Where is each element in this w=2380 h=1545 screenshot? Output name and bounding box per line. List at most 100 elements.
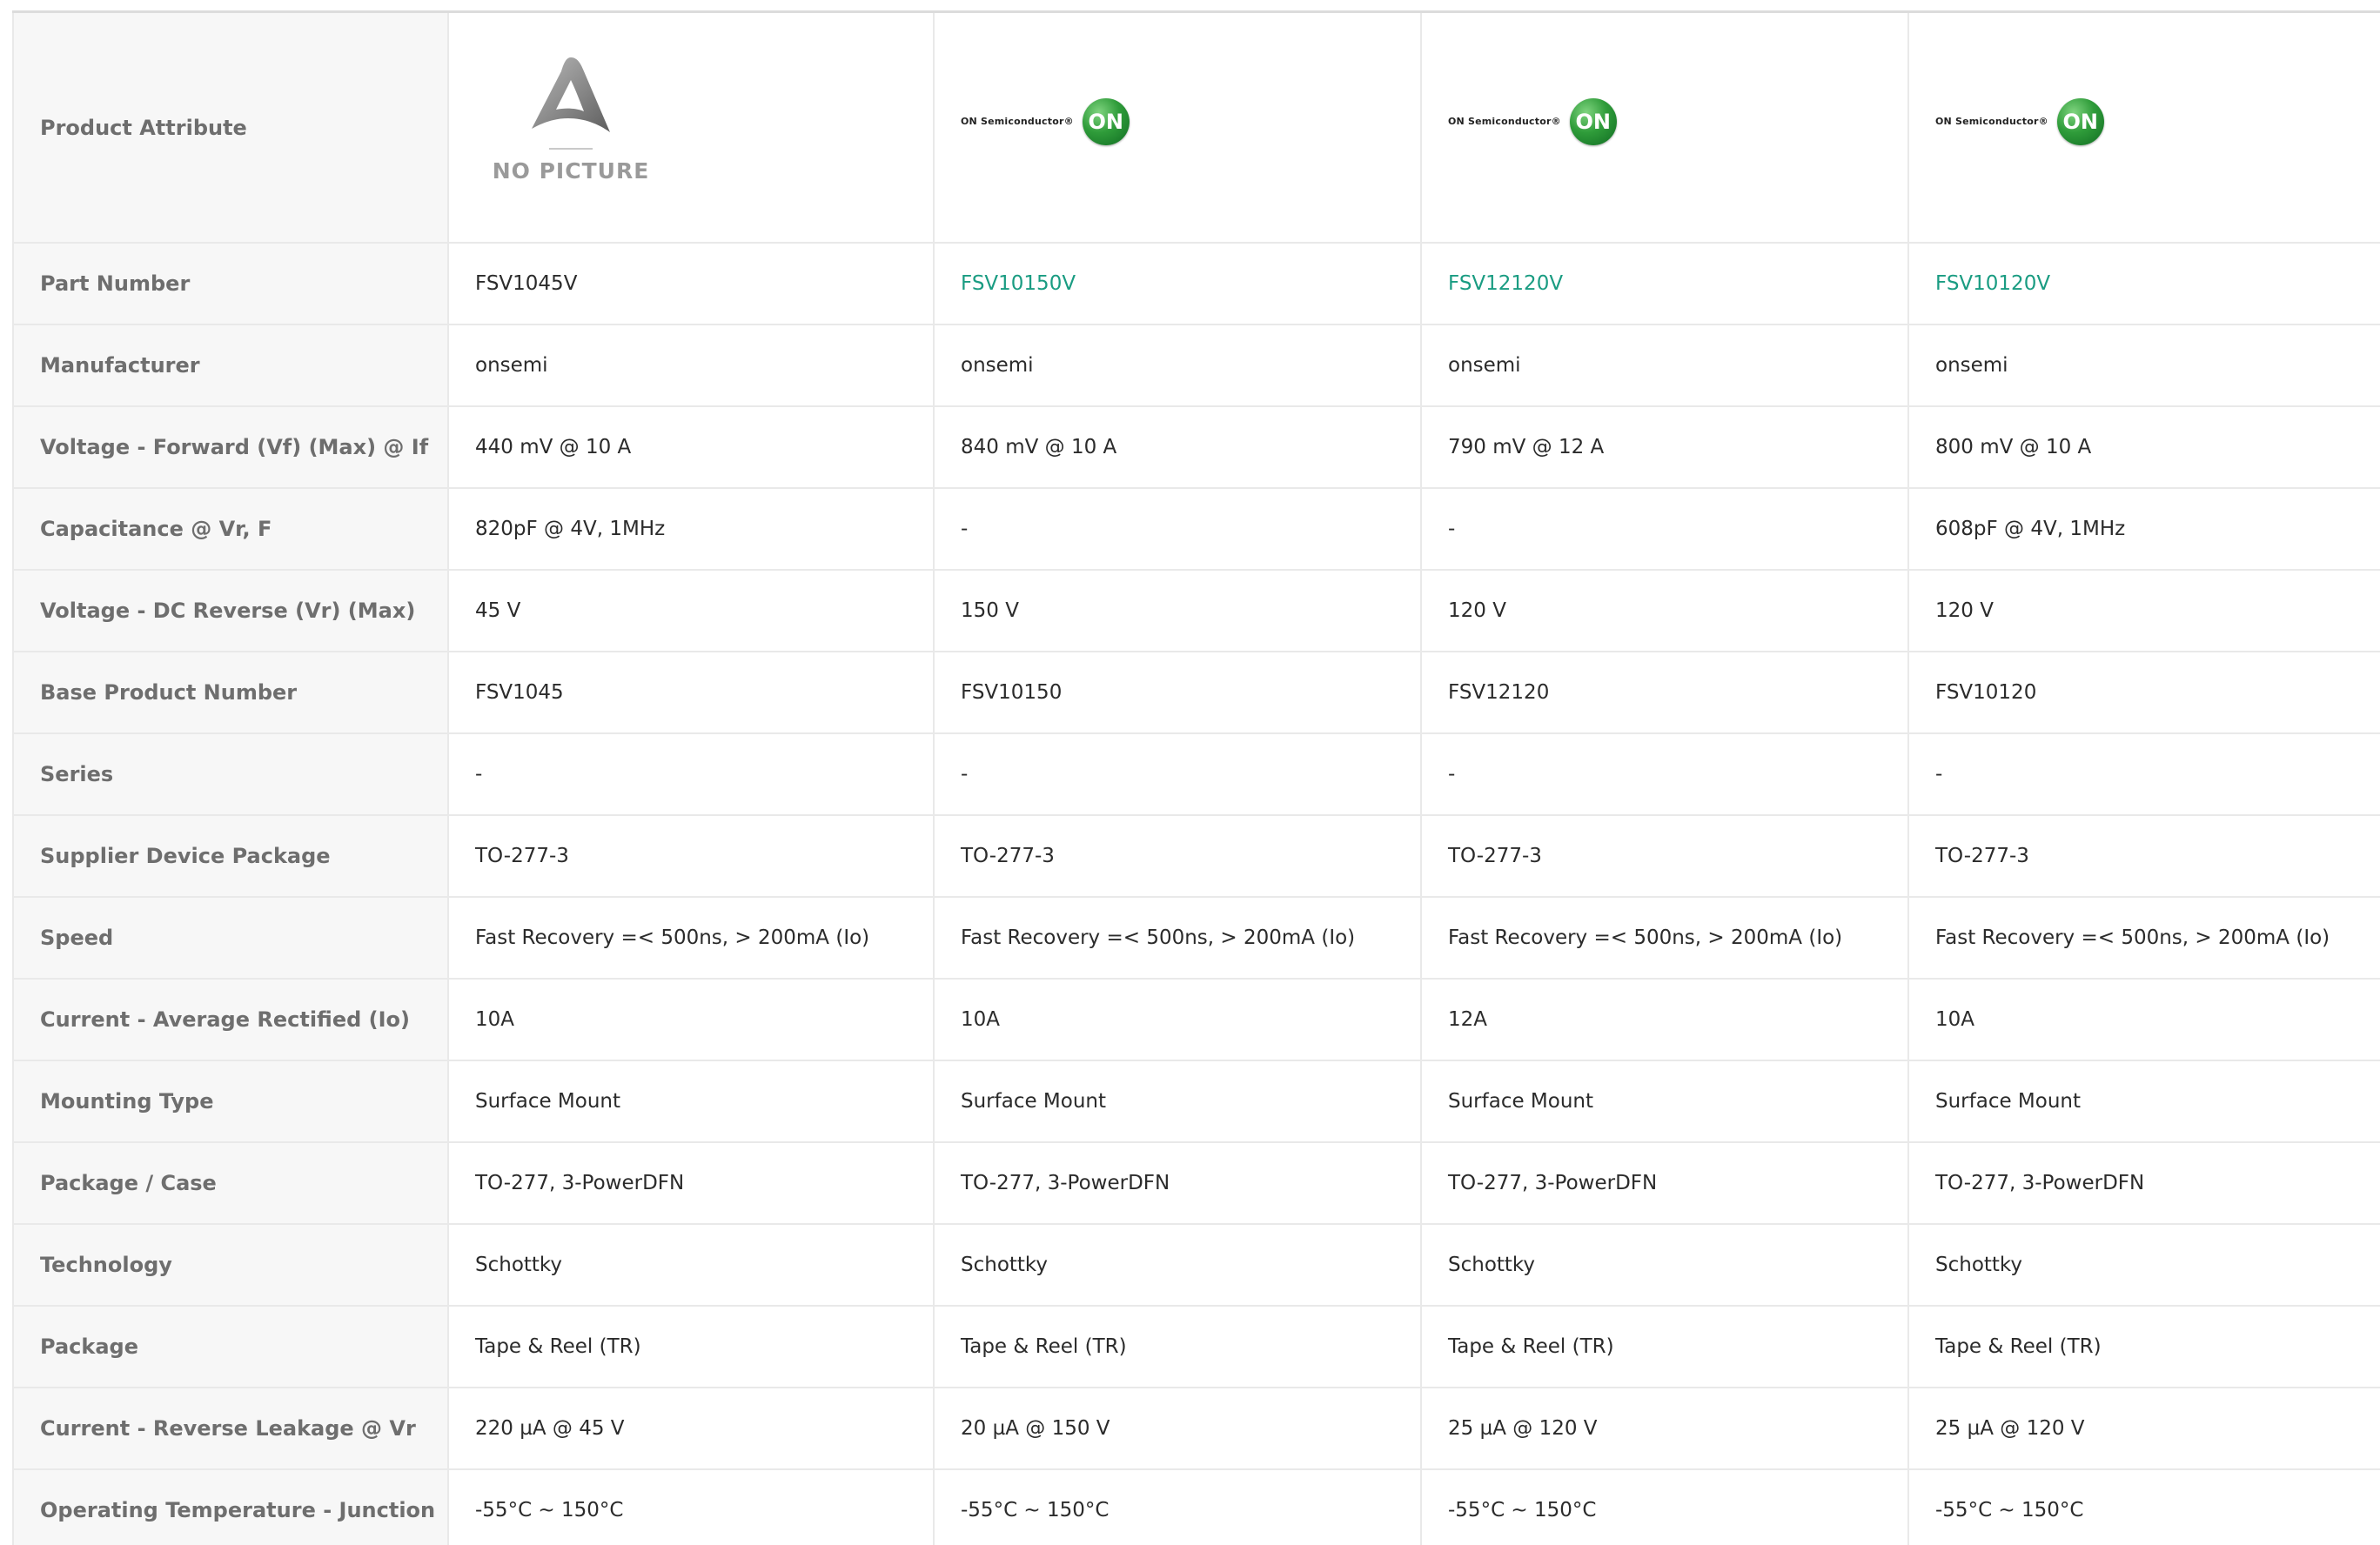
attribute-label: Speed bbox=[12, 897, 449, 980]
table-row: Voltage - Forward (Vf) (Max) @ If 440 mV… bbox=[12, 406, 2380, 489]
attribute-value: Surface Mount bbox=[448, 1060, 935, 1143]
table-row: Series - - - - bbox=[12, 733, 2380, 816]
on-logo-badge: ON bbox=[2056, 97, 2104, 145]
attribute-value: 820pF @ 4V, 1MHz bbox=[448, 488, 935, 571]
attribute-value: 608pF @ 4V, 1MHz bbox=[1908, 488, 2380, 571]
attribute-value: 220 µA @ 45 V bbox=[448, 1388, 935, 1470]
attribute-label: Supplier Device Package bbox=[12, 815, 449, 898]
attribute-value: Fast Recovery =< 500ns, > 200mA (Io) bbox=[1908, 897, 2380, 980]
attribute-value: Tape & Reel (TR) bbox=[934, 1306, 1422, 1388]
product-image-cell-4: ON Semiconductor® ON bbox=[1908, 13, 2380, 244]
table-row: Manufacturer onsemi onsemi onsemi onsemi bbox=[12, 324, 2380, 407]
attribute-value: TO-277, 3-PowerDFN bbox=[934, 1142, 1422, 1225]
comparison-table-container: Product Attribute NO PICTURE ON Semicond… bbox=[12, 10, 2380, 1545]
attribute-value: 150 V bbox=[934, 570, 1422, 652]
attribute-value: TO-277-3 bbox=[1421, 815, 1909, 898]
attribute-value: Surface Mount bbox=[1421, 1060, 1909, 1143]
product-image-cell-1: NO PICTURE bbox=[448, 13, 935, 244]
attribute-value: Surface Mount bbox=[1908, 1060, 2380, 1143]
manufacturer-logo: ON Semiconductor® ON bbox=[1935, 97, 2379, 145]
attribute-value: onsemi bbox=[1908, 324, 2380, 407]
attribute-label: Capacitance @ Vr, F bbox=[12, 488, 449, 571]
table-row: Speed Fast Recovery =< 500ns, > 200mA (I… bbox=[12, 897, 2380, 980]
table-row: Voltage - DC Reverse (Vr) (Max) 45 V 150… bbox=[12, 570, 2380, 652]
attribute-value: 120 V bbox=[1421, 570, 1909, 652]
attribute-value: Tape & Reel (TR) bbox=[448, 1306, 935, 1388]
attribute-value: - bbox=[934, 488, 1422, 571]
attribute-value: 10A bbox=[934, 979, 1422, 1061]
no-picture-placeholder: NO PICTURE bbox=[493, 54, 649, 202]
attribute-value: 440 mV @ 10 A bbox=[448, 406, 935, 489]
manufacturer-logo: ON Semiconductor® ON bbox=[961, 97, 1419, 145]
attribute-value: 840 mV @ 10 A bbox=[934, 406, 1422, 489]
attribute-value: Fast Recovery =< 500ns, > 200mA (Io) bbox=[448, 897, 935, 980]
table-row: Mounting Type Surface Mount Surface Moun… bbox=[12, 1060, 2380, 1143]
product-attribute-header: Product Attribute bbox=[12, 13, 449, 244]
on-logo-badge: ON bbox=[1569, 97, 1617, 145]
table-row: Current - Reverse Leakage @ Vr 220 µA @ … bbox=[12, 1388, 2380, 1470]
attribute-value: TO-277, 3-PowerDFN bbox=[1908, 1142, 2380, 1225]
attribute-value: TO-277-3 bbox=[1908, 815, 2380, 898]
attribute-value: 120 V bbox=[1908, 570, 2380, 652]
attribute-label: Operating Temperature - Junction bbox=[12, 1469, 449, 1545]
attribute-value: Tape & Reel (TR) bbox=[1908, 1306, 2380, 1388]
attribute-value: TO-277, 3-PowerDFN bbox=[1421, 1142, 1909, 1225]
attribute-value: 800 mV @ 10 A bbox=[1908, 406, 2380, 489]
attribute-value: FSV10120 bbox=[1908, 652, 2380, 734]
attribute-value: - bbox=[448, 733, 935, 816]
attribute-value: 10A bbox=[448, 979, 935, 1061]
part-number-link[interactable]: FSV12120V bbox=[1421, 243, 1909, 325]
attribute-value: Fast Recovery =< 500ns, > 200mA (Io) bbox=[934, 897, 1422, 980]
no-picture-divider bbox=[549, 147, 593, 150]
attribute-label: Manufacturer bbox=[12, 324, 449, 407]
attribute-label: Current - Reverse Leakage @ Vr bbox=[12, 1388, 449, 1470]
attribute-value: Fast Recovery =< 500ns, > 200mA (Io) bbox=[1421, 897, 1909, 980]
attribute-value: Surface Mount bbox=[934, 1060, 1422, 1143]
manufacturer-logo: ON Semiconductor® ON bbox=[1448, 97, 1907, 145]
attribute-value: FSV10150 bbox=[934, 652, 1422, 734]
table-row: Base Product Number FSV1045 FSV10150 FSV… bbox=[12, 652, 2380, 734]
attribute-value: -55°C ~ 150°C bbox=[1908, 1469, 2380, 1545]
attribute-value: Schottky bbox=[934, 1224, 1422, 1307]
part-number-link[interactable]: FSV10150V bbox=[934, 243, 1422, 325]
attribute-value: FSV12120 bbox=[1421, 652, 1909, 734]
attribute-value: onsemi bbox=[1421, 324, 1909, 407]
attribute-label: Mounting Type bbox=[12, 1060, 449, 1143]
table-row: Package / Case TO-277, 3-PowerDFN TO-277… bbox=[12, 1142, 2380, 1225]
attribute-value: - bbox=[1421, 733, 1909, 816]
attribute-label: Voltage - DC Reverse (Vr) (Max) bbox=[12, 570, 449, 652]
table-header-row: Product Attribute NO PICTURE ON Semicond… bbox=[12, 13, 2380, 244]
attribute-label: Series bbox=[12, 733, 449, 816]
attribute-value: Schottky bbox=[1908, 1224, 2380, 1307]
no-picture-label: NO PICTURE bbox=[492, 157, 650, 184]
attribute-value: -55°C ~ 150°C bbox=[934, 1469, 1422, 1545]
table-row: Part Number FSV1045V FSV10150V FSV12120V… bbox=[12, 243, 2380, 325]
part-number-link[interactable]: FSV10120V bbox=[1908, 243, 2380, 325]
logo-wordmark: ON Semiconductor® bbox=[961, 116, 1074, 127]
part-number-cell: FSV1045V bbox=[448, 243, 935, 325]
attribute-label: Package bbox=[12, 1306, 449, 1388]
table-row: Capacitance @ Vr, F 820pF @ 4V, 1MHz - -… bbox=[12, 488, 2380, 571]
attribute-value: onsemi bbox=[934, 324, 1422, 407]
attribute-value: Schottky bbox=[448, 1224, 935, 1307]
attribute-value: 10A bbox=[1908, 979, 2380, 1061]
attribute-value: - bbox=[1908, 733, 2380, 816]
attribute-value: 25 µA @ 120 V bbox=[1421, 1388, 1909, 1470]
product-image-cell-3: ON Semiconductor® ON bbox=[1421, 13, 1909, 244]
attribute-value: 45 V bbox=[448, 570, 935, 652]
logo-wordmark: ON Semiconductor® bbox=[1935, 116, 2048, 127]
attribute-value: 12A bbox=[1421, 979, 1909, 1061]
attribute-value: Schottky bbox=[1421, 1224, 1909, 1307]
table-row: Operating Temperature - Junction -55°C ~… bbox=[12, 1469, 2380, 1545]
attribute-value: TO-277-3 bbox=[934, 815, 1422, 898]
attribute-label: Voltage - Forward (Vf) (Max) @ If bbox=[12, 406, 449, 489]
product-image-cell-2: ON Semiconductor® ON bbox=[934, 13, 1422, 244]
table-row: Technology Schottky Schottky Schottky Sc… bbox=[12, 1224, 2380, 1307]
attribute-label: Current - Average Rectified (Io) bbox=[12, 979, 449, 1061]
attribute-label: Technology bbox=[12, 1224, 449, 1307]
logo-wordmark: ON Semiconductor® bbox=[1448, 116, 1561, 127]
attribute-value: FSV1045 bbox=[448, 652, 935, 734]
table-row: Current - Average Rectified (Io) 10A 10A… bbox=[12, 979, 2380, 1061]
attribute-value: -55°C ~ 150°C bbox=[448, 1469, 935, 1545]
attribute-value: - bbox=[934, 733, 1422, 816]
